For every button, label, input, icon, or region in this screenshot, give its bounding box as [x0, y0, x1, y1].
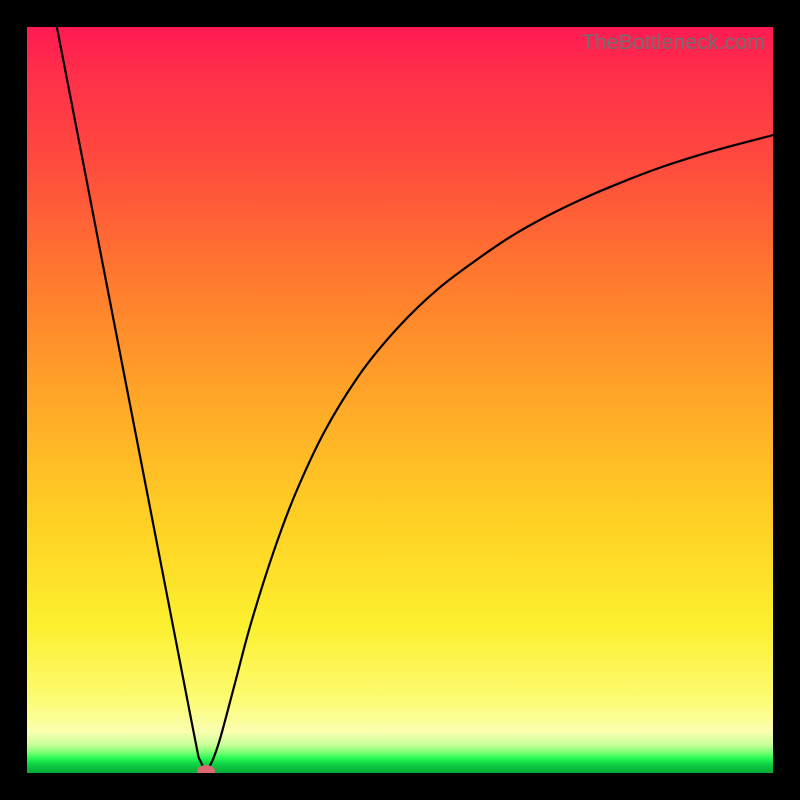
cusp-marker [197, 765, 215, 773]
chart-frame: TheBottleneck.com [0, 0, 800, 800]
watermark-text: TheBottleneck.com [582, 31, 765, 55]
curve-right-branch [206, 135, 773, 773]
plot-area: TheBottleneck.com [27, 27, 773, 773]
bottleneck-curve [27, 27, 773, 773]
curve-left-branch [57, 27, 206, 773]
